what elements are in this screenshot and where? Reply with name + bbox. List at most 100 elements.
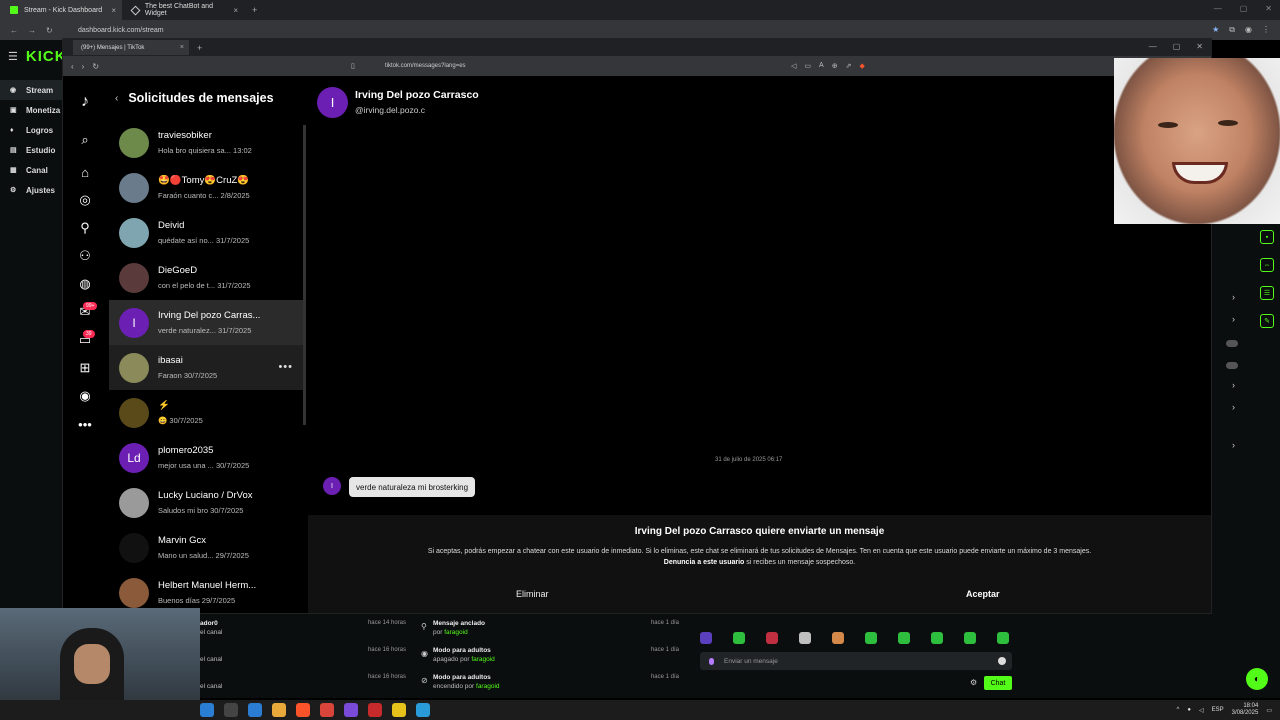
- outer-tab-kick[interactable]: Stream - Kick Dashboard ×: [0, 0, 122, 20]
- more-icon[interactable]: •••: [75, 414, 95, 434]
- list-item[interactable]: DieGoeD con el pelo de t... 31/7/2025: [109, 255, 303, 300]
- chevron-right-icon[interactable]: ›: [1232, 380, 1235, 390]
- hamburger-icon[interactable]: ☰: [8, 50, 18, 63]
- reload-icon[interactable]: ↻: [46, 26, 53, 35]
- search-icon[interactable]: ⌕: [75, 130, 95, 150]
- emote-icon[interactable]: [865, 632, 877, 644]
- lang-indicator[interactable]: ESP: [1212, 707, 1224, 713]
- chat-send-button[interactable]: Chat: [984, 676, 1012, 690]
- toggle-switch[interactable]: [1226, 340, 1238, 347]
- accept-button[interactable]: Aceptar: [966, 589, 1000, 599]
- list-item[interactable]: Lucky Luciano / DrVox Saludos mi bro 30/7…: [109, 480, 303, 525]
- conversation-avatar[interactable]: I: [317, 87, 348, 118]
- message-avatar[interactable]: I: [323, 477, 341, 495]
- help-chat-icon[interactable]: ◐: [1246, 668, 1268, 690]
- app-icon[interactable]: [416, 703, 430, 717]
- maximize-icon[interactable]: ▢: [1173, 42, 1181, 51]
- delete-button[interactable]: Eliminar: [516, 589, 549, 599]
- clock[interactable]: 18:04 3/08/2025: [1232, 703, 1259, 717]
- store-icon[interactable]: [248, 703, 262, 717]
- minimize-icon[interactable]: —: [1149, 42, 1157, 51]
- layout-icon[interactable]: ☰: [1260, 286, 1274, 300]
- list-item[interactable]: Marvin Gcx Mano un salud... 29/7/2025: [109, 525, 303, 570]
- chrome-icon[interactable]: [320, 703, 334, 717]
- emote-icon[interactable]: [964, 632, 976, 644]
- list-item[interactable]: Deivid quédate así no... 31/7/2025: [109, 210, 303, 255]
- requests-scrollbar[interactable]: [303, 125, 306, 425]
- list-item[interactable]: Ld plomero2035 mejor usa una ... 30/7/2025: [109, 435, 303, 480]
- notes-icon[interactable]: [392, 703, 406, 717]
- tiktok-tab[interactable]: (99+) Mensajes | TikTok ×: [73, 40, 189, 55]
- bookmark-icon[interactable]: ▯: [351, 62, 355, 70]
- maximize-icon[interactable]: ▢: [1240, 4, 1248, 13]
- chevron-right-icon[interactable]: ›: [1232, 402, 1235, 412]
- close-window-icon[interactable]: ✕: [1265, 4, 1272, 13]
- following-icon[interactable]: ⚲: [75, 218, 95, 238]
- chat-bubble-icon[interactable]: ▪: [1260, 230, 1274, 244]
- kick-nav-monetiza[interactable]: ▣ Monetiza: [0, 100, 66, 120]
- close-window-icon[interactable]: ✕: [1196, 42, 1203, 51]
- report-user-link[interactable]: Denuncia a este usuario: [664, 559, 745, 566]
- conversation-name[interactable]: Irving Del pozo Carrasco: [355, 89, 479, 101]
- folder-icon[interactable]: [272, 703, 286, 717]
- app-icon[interactable]: [224, 703, 238, 717]
- reload-icon[interactable]: ↻: [92, 62, 99, 71]
- more-options-icon[interactable]: •••: [278, 361, 293, 373]
- list-item[interactable]: traviesobiker Hola bro quisiera sa... 13:…: [109, 120, 303, 165]
- kick-nav-stream[interactable]: ◉ Stream: [0, 80, 66, 100]
- mute-icon[interactable]: ◁: [791, 62, 796, 70]
- forward-icon[interactable]: ›: [82, 62, 85, 71]
- emote-icon[interactable]: [733, 632, 745, 644]
- home-icon[interactable]: ⌂: [75, 162, 95, 182]
- translate-icon[interactable]: A: [819, 62, 824, 70]
- emote-icon[interactable]: [799, 632, 811, 644]
- kick-nav-canal[interactable]: ▦ Canal: [0, 160, 66, 180]
- kick-nav-estudio[interactable]: ▤ Estudio: [0, 140, 66, 160]
- chevron-up-icon[interactable]: ^: [1177, 707, 1180, 713]
- chat-input[interactable]: Enviar un mensaje: [700, 652, 1012, 670]
- profile-icon[interactable]: ◉: [1245, 25, 1252, 35]
- chevron-right-icon[interactable]: ›: [1232, 292, 1235, 302]
- outer-url[interactable]: dashboard.kick.com/stream: [78, 27, 164, 34]
- speaker-icon[interactable]: ◁: [1199, 707, 1204, 714]
- forward-icon[interactable]: →: [28, 26, 36, 35]
- chevron-right-icon[interactable]: ›: [1232, 440, 1235, 450]
- emote-icon[interactable]: [832, 632, 844, 644]
- back-icon[interactable]: ‹: [71, 62, 74, 71]
- emote-icon[interactable]: [997, 632, 1009, 644]
- mic-icon[interactable]: [709, 657, 714, 665]
- upload-icon[interactable]: ⊞: [75, 358, 95, 378]
- emote-icon[interactable]: [898, 632, 910, 644]
- chat-settings-gear-icon[interactable]: ⚙: [970, 678, 977, 687]
- friends-icon[interactable]: ⚇: [75, 246, 95, 266]
- share-icon[interactable]: ⇗: [846, 62, 852, 70]
- tiktok-url[interactable]: tiktok.com/messages?lang=es: [385, 63, 466, 69]
- new-tab-icon[interactable]: +: [252, 5, 257, 15]
- emoji-icon[interactable]: [998, 657, 1006, 665]
- kick-nav-logros[interactable]: ♦ Logros: [0, 120, 66, 140]
- star-icon[interactable]: ★: [1212, 25, 1219, 35]
- link-icon[interactable]: ⇔: [1260, 258, 1274, 272]
- close-icon[interactable]: ×: [180, 44, 184, 51]
- emote-icon[interactable]: [766, 632, 778, 644]
- new-tab-icon[interactable]: +: [197, 43, 202, 53]
- profile-icon[interactable]: ◉: [75, 386, 95, 406]
- extensions-icon[interactable]: ⧉: [1229, 25, 1235, 35]
- toggle-switch[interactable]: [1226, 362, 1238, 369]
- zoom-icon[interactable]: ⊕: [832, 62, 838, 70]
- outer-tab-chatbot[interactable]: The best ChatBot and Widget ×: [122, 0, 244, 20]
- notification-icon[interactable]: ▭: [1266, 707, 1272, 714]
- mic-tray-icon[interactable]: ●: [1187, 707, 1191, 713]
- back-arrow-icon[interactable]: ‹: [115, 93, 118, 104]
- close-icon[interactable]: ×: [111, 6, 116, 15]
- list-item[interactable]: ibasai Faraon 30/7/2025 •••: [109, 345, 303, 390]
- screen-icon[interactable]: ▭: [804, 62, 811, 70]
- close-icon[interactable]: ×: [233, 6, 238, 15]
- back-icon[interactable]: ←: [10, 26, 18, 35]
- emote-icon[interactable]: [931, 632, 943, 644]
- list-item[interactable]: I Irving Del pozo Carras... verde naturale…: [109, 300, 303, 345]
- edge-icon[interactable]: [200, 703, 214, 717]
- menu-icon[interactable]: ⋮: [1262, 25, 1270, 35]
- kick-logo[interactable]: ☰ KICK: [8, 48, 67, 65]
- live-icon[interactable]: ◍: [75, 274, 95, 294]
